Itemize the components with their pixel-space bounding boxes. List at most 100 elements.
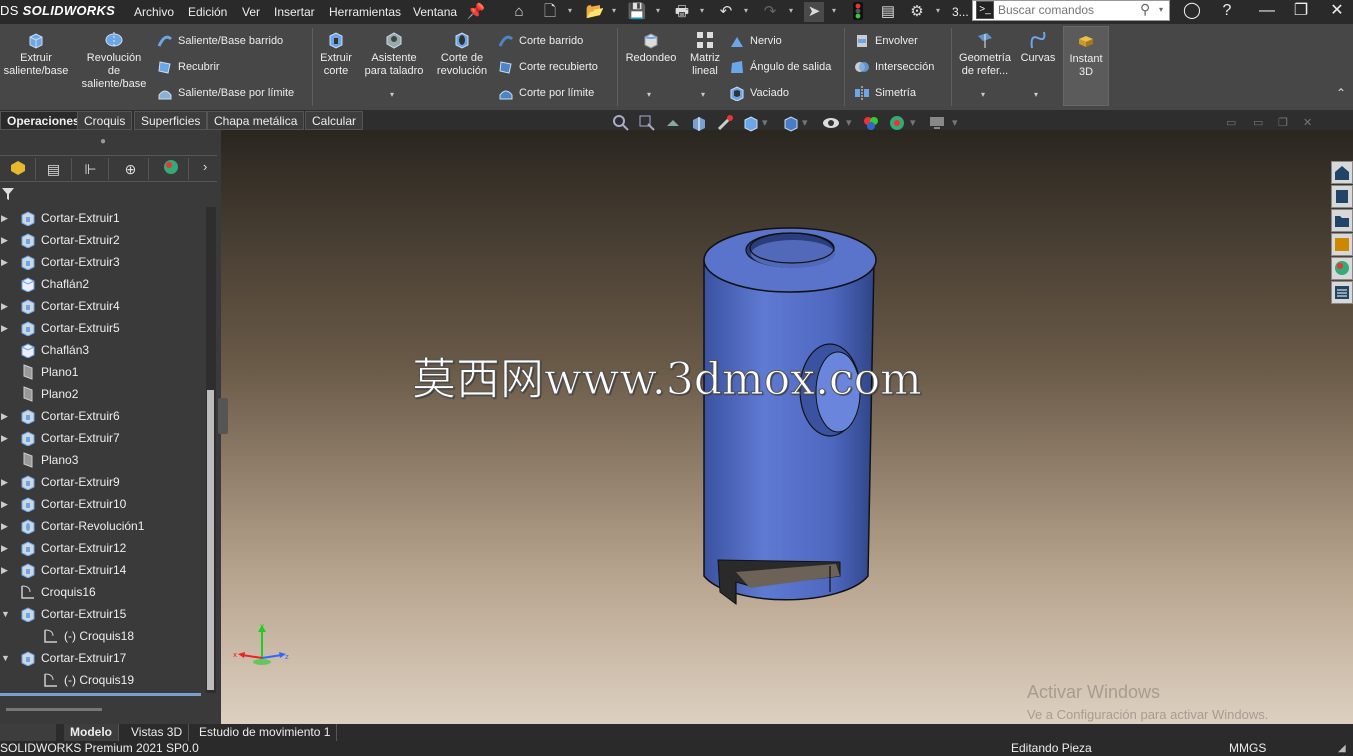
tree-item[interactable]: ▶ Cortar-Extruir4 (0, 295, 204, 317)
redo-icon[interactable]: ↷ (760, 2, 780, 22)
tree-item[interactable]: Plano2 (0, 383, 204, 405)
extrude-cut-button[interactable]: Extruir corte (314, 30, 358, 78)
tree-item[interactable]: ▶ Cortar-Extruir14 (0, 559, 204, 581)
dynamic-annotation-icon[interactable] (716, 114, 734, 132)
save-dropdown-icon[interactable]: ▾ (656, 6, 660, 15)
menu-ver[interactable]: Ver (242, 5, 260, 19)
tree-item[interactable]: ▶ Cortar-Extruir12 (0, 537, 204, 559)
tree-item[interactable]: ▶ Cortar-Extruir3 (0, 251, 204, 273)
tree-item[interactable]: ▶ Cortar-Extruir7 (0, 427, 204, 449)
expand-arrow-icon[interactable]: ▶ (1, 559, 8, 581)
view-settings-icon[interactable] (928, 114, 946, 132)
tree-item[interactable]: (-) Croquis18 (0, 625, 204, 647)
lofted-cut-button[interactable]: Corte recubierto (498, 58, 598, 76)
account-icon[interactable]: ◯ (1177, 0, 1207, 22)
solidworks-resources-icon[interactable] (1331, 161, 1353, 184)
expand-arrow-icon[interactable]: ▶ (1, 207, 8, 229)
property-manager-tab-icon[interactable]: ▤ (36, 158, 72, 180)
tree-item[interactable]: Plano3 (0, 449, 204, 471)
menu-insertar[interactable]: Insertar (274, 5, 315, 19)
expand-arrow-icon[interactable]: ▶ (1, 317, 8, 339)
undo-icon[interactable]: ↶ (716, 2, 736, 22)
zoom-to-fit-icon[interactable] (612, 114, 630, 132)
home-icon[interactable]: ⌂ (509, 2, 529, 22)
pattern-dropdown-icon[interactable]: ▾ (701, 90, 705, 99)
tab-estudio-movimiento[interactable]: Estudio de movimiento 1 (193, 724, 338, 741)
appearances-icon[interactable] (1331, 257, 1353, 280)
curves-dropdown-icon[interactable]: ▾ (1034, 90, 1038, 99)
search-input[interactable] (998, 2, 1138, 18)
view-palette-icon[interactable] (1331, 233, 1353, 256)
apply-scene-dropdown-icon[interactable]: ▾ (910, 117, 922, 129)
tab-superficies[interactable]: Superficies (134, 111, 208, 130)
tree-item[interactable]: ▶ Cortar-Extruir9 (0, 471, 204, 493)
revolve-cut-button[interactable]: Corte de revolución (432, 30, 492, 78)
panel-splitter[interactable] (218, 398, 228, 434)
new-document-icon[interactable]: 🗋 (540, 2, 560, 22)
tab-operaciones[interactable]: Operaciones (0, 111, 87, 130)
draft-button[interactable]: Ángulo de salida (729, 58, 831, 76)
expand-arrow-icon[interactable]: ▶ (1, 427, 8, 449)
minimize-button[interactable]: — (1252, 0, 1282, 22)
menu-herramientas[interactable]: Herramientas (329, 5, 401, 19)
open-folder-icon[interactable]: 📂 (585, 2, 605, 22)
section-view-icon[interactable] (690, 114, 708, 132)
viewport-close-icon[interactable]: ✕ (1303, 117, 1315, 129)
design-library-icon[interactable] (1331, 185, 1353, 208)
search-dropdown-icon[interactable]: ▾ (1159, 5, 1163, 14)
file-explorer-icon[interactable] (1331, 209, 1353, 232)
tree-item[interactable]: Chaflán2 (0, 273, 204, 295)
view-settings-dropdown-icon[interactable]: ▾ (952, 117, 964, 129)
save-icon[interactable]: 💾 (627, 2, 647, 22)
tab-croquis[interactable]: Croquis (77, 111, 133, 130)
boundary-cut-button[interactable]: Corte por límite (498, 84, 594, 102)
print-icon[interactable]: 🖶 (672, 2, 692, 22)
configuration-manager-tab-icon[interactable]: ⊩ (73, 158, 109, 180)
pin-icon[interactable]: 📌 (466, 2, 486, 22)
tree-item[interactable]: ▶ Cortar-Extruir10 (0, 493, 204, 515)
tree-item[interactable]: Croquis16 (0, 581, 204, 603)
boundary-boss-button[interactable]: Saliente/Base por límite (157, 84, 294, 102)
open-dropdown-icon[interactable]: ▾ (612, 6, 616, 15)
search-icon[interactable]: ⚲ (1140, 1, 1150, 18)
undo-dropdown-icon[interactable]: ▾ (744, 6, 748, 15)
hide-show-dropdown-icon[interactable]: ▾ (846, 117, 858, 129)
tab-chapa-metalica[interactable]: Chapa metálica (207, 111, 305, 130)
view-orientation-dropdown-icon[interactable]: ▾ (762, 117, 774, 129)
previous-view-icon[interactable] (664, 114, 682, 132)
swept-boss-button[interactable]: Saliente/Base barrido (157, 32, 283, 50)
restore-button[interactable]: ❐ (1286, 0, 1316, 22)
traffic-light-icon[interactable] (848, 2, 868, 22)
options-dropdown-icon[interactable]: ▾ (936, 6, 940, 15)
tree-item[interactable]: ▶ Cortar-Extruir5 (0, 317, 204, 339)
collapse-ribbon-icon[interactable]: ⌃ (1336, 86, 1346, 100)
hole-wizard-dropdown-icon[interactable]: ▾ (390, 90, 394, 99)
view-orientation-icon[interactable] (742, 114, 760, 132)
more-tabs-chevron-icon[interactable]: › (203, 159, 207, 174)
viewport-restore-icon[interactable]: ▭ (1226, 117, 1238, 129)
reference-geometry-dropdown-icon[interactable]: ▾ (981, 90, 985, 99)
menu-ventana[interactable]: Ventana (413, 5, 457, 19)
tree-item[interactable]: ▶ Cortar-Extruir6 (0, 405, 204, 427)
collapse-arrow-icon[interactable]: ▼ (1, 647, 10, 669)
select-cursor-icon[interactable]: ➤ (804, 2, 824, 22)
swept-cut-button[interactable]: Corte barrido (498, 32, 583, 50)
menu-archivo[interactable]: Archivo (134, 5, 174, 19)
options-gear-icon[interactable]: ⚙ (907, 2, 927, 22)
zoom-to-area-icon[interactable] (638, 114, 656, 132)
expand-arrow-icon[interactable]: ▶ (1, 537, 8, 559)
linear-pattern-button[interactable]: Matriz lineal (684, 30, 726, 78)
instant-3d-button[interactable]: Instant 3D (1063, 26, 1109, 106)
tree-item[interactable]: ▶ Cortar-Extruir2 (0, 229, 204, 251)
status-units[interactable]: MMGS (1229, 741, 1266, 756)
hole-wizard-button[interactable]: Asistente para taladro (360, 30, 428, 78)
extrude-boss-button[interactable]: Extruir saliente/base (0, 30, 72, 78)
tab-modelo[interactable]: Modelo (64, 724, 119, 741)
fillet-dropdown-icon[interactable]: ▾ (647, 90, 651, 99)
expand-arrow-icon[interactable]: ▶ (1, 229, 8, 251)
tree-item[interactable]: ▼ Cortar-Extruir17 (0, 647, 204, 669)
help-icon[interactable]: ? (1212, 0, 1242, 22)
tab-calcular[interactable]: Calcular (305, 111, 364, 130)
revolve-boss-button[interactable]: Revolución de saliente/base (80, 30, 148, 91)
edit-appearance-icon[interactable] (862, 114, 880, 132)
